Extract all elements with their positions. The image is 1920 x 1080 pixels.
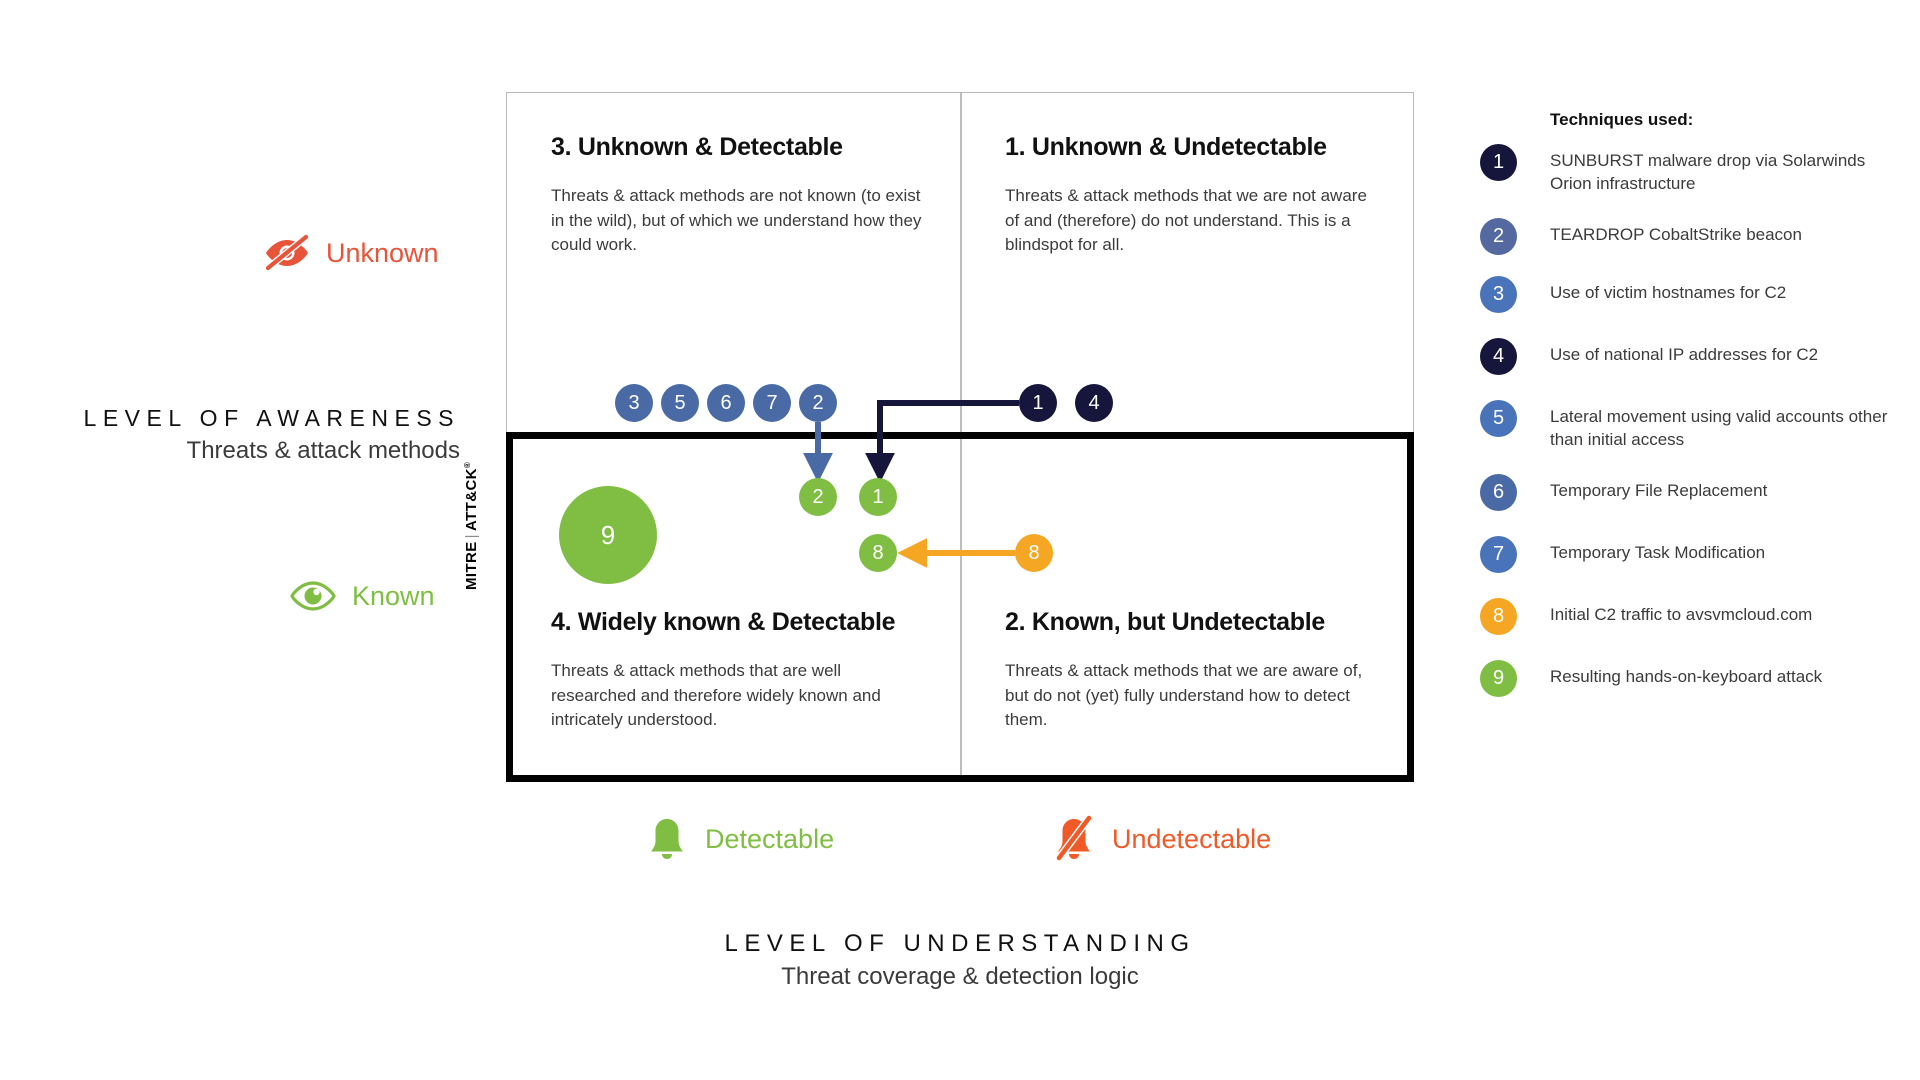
key-unknown: Unknown [262,233,439,273]
legend-item-text: SUNBURST malware drop via Solarwinds Ori… [1550,151,1866,193]
key-known-label: Known [352,580,435,611]
legend-badge: 7 [1480,535,1517,573]
legend-badge: 1 [1480,144,1517,181]
eye-icon [290,581,336,611]
legend-badge: 9 [1480,659,1517,697]
legend-item-text: Initial C2 traffic to avsvmcloud.com [1550,604,1813,624]
key-known: Known [288,576,435,616]
quadrant-title: 3. Unknown & Detectable [551,133,843,161]
legend-item[interactable]: 9 Resulting hands-on-keyboard attack [1480,659,1900,697]
legend-item[interactable]: 4 Use of national IP addresses for C2 [1480,337,1900,375]
axis-understanding-main: LEVEL OF UNDERSTANDING [724,930,1196,957]
legend-item[interactable]: 8 Initial C2 traffic to avsvmcloud.com [1480,597,1900,635]
axis-awareness-sub: Threats & attack methods [186,437,460,464]
legend-item-text: Temporary Task Modification [1550,542,1766,562]
bubble-technique-1-unknown[interactable]: 1 [1019,384,1057,422]
bubble-label: 4 [1088,392,1100,414]
legend-item-text: Temporary File Replacement [1550,480,1768,500]
axis-title-awareness: LEVEL OF AWARENESS Threats & attack meth… [0,405,460,465]
legend-item[interactable]: 5 Lateral movement using valid accounts … [1480,399,1900,452]
mitre-attack-logo: MITRE | ATT&CK® [463,420,485,590]
bubble-technique-4[interactable]: 4 [1075,384,1113,422]
bubble-technique-9[interactable]: 9 [559,486,657,584]
quadrant-unknown-undetectable: 1. Unknown & Undetectable Threats & atta… [1005,133,1385,258]
bubble-label: 8 [872,542,884,564]
mitre-registered-mark: ® [463,461,472,469]
eye-slash-icon [264,233,310,272]
legend-badge: 2 [1480,217,1517,255]
quadrant-widely-known-detectable: 4. Widely known & Detectable Threats & a… [551,608,931,733]
bubble-technique-2-known[interactable]: 2 [799,478,837,516]
bubble-technique-2-unknown[interactable]: 2 [799,384,837,422]
quadrant-unknown-detectable: 3. Unknown & Detectable Threats & attack… [551,133,931,258]
legend-item-text: Lateral movement using valid accounts ot… [1550,406,1888,449]
bell-slash-icon [1055,815,1093,862]
quadrant-title: 4. Widely known & Detectable [551,608,896,636]
bubble-technique-7[interactable]: 7 [753,384,791,422]
key-detectable-label: Detectable [705,823,835,854]
legend-badge-number: 7 [1492,542,1505,565]
bubble-label: 1 [1032,392,1044,414]
axis-understanding-sub: Threat coverage & detection logic [781,963,1139,990]
bubble-label: 2 [812,486,824,508]
legend-item-text: Use of victim hostnames for C2 [1550,282,1787,302]
bubble-label: 3 [628,392,640,414]
key-undetectable-label: Undetectable [1112,823,1272,854]
axis-title-understanding: LEVEL OF UNDERSTANDING Threat coverage &… [460,930,1460,991]
bubble-technique-3[interactable]: 3 [615,384,653,422]
legend-item-text: Use of national IP addresses for C2 [1550,344,1819,364]
mitre-brand: MITRE [463,541,480,590]
key-unknown-label: Unknown [326,237,439,268]
quadrant-body: Threats & attack methods that we are awa… [1005,661,1363,730]
legend-badge-number: 9 [1492,666,1505,689]
legend-badge: 3 [1480,275,1517,313]
bubble-label: 1 [872,486,884,508]
legend-badge-number: 5 [1492,406,1505,429]
bubble-label: 2 [812,392,824,414]
legend-panel: Techniques used: 1 SUNBURST malware drop… [1480,110,1900,718]
bubble-label: 7 [766,392,778,414]
quadrant-body: Threats & attack methods that we are not… [1005,186,1367,255]
axis-awareness-main: LEVEL OF AWARENESS [83,405,460,431]
legend-badge-number: 6 [1492,480,1505,503]
quadrant-body: Threats & attack methods that are well r… [551,661,881,730]
legend-item[interactable]: 3 Use of victim hostnames for C2 [1480,275,1900,313]
legend-badge: 6 [1480,473,1517,511]
bubble-technique-6[interactable]: 6 [707,384,745,422]
mitre-separator: | [463,534,480,539]
legend-badge-number: 8 [1492,604,1505,627]
legend-item[interactable]: 2 TEARDROP CobaltStrike beacon [1480,217,1900,255]
legend-item[interactable]: 6 Temporary File Replacement [1480,473,1900,511]
quadrant-title: 1. Unknown & Undetectable [1005,133,1327,161]
mitre-product: ATT&CK [463,468,480,532]
bubble-label: 9 [600,520,616,550]
bubble-label: 5 [674,392,686,414]
legend-badge: 4 [1480,337,1517,375]
legend-badge: 8 [1480,597,1517,635]
legend-item[interactable]: 1 SUNBURST malware drop via Solarwinds O… [1480,144,1900,196]
bubble-technique-8-detectable[interactable]: 8 [859,534,897,572]
legend-badge-number: 2 [1492,224,1505,247]
bubble-technique-5[interactable]: 5 [661,384,699,422]
legend-badge-number: 3 [1492,282,1505,305]
legend-badge-number: 1 [1492,151,1505,173]
legend-badge: 5 [1480,399,1517,437]
bubble-technique-1-known[interactable]: 1 [859,478,897,516]
bubble-technique-8-undetectable[interactable]: 8 [1015,534,1053,572]
quadrant-body: Threats & attack methods are not known (… [551,186,922,255]
key-undetectable: Undetectable [1050,815,1271,863]
legend-item-text: TEARDROP CobaltStrike beacon [1550,224,1802,244]
quadrant-known-undetectable: 2. Known, but Undetectable Threats & att… [1005,608,1385,733]
legend-item-text: Resulting hands-on-keyboard attack [1550,666,1823,686]
legend-title: Techniques used: [1550,110,1694,129]
bubble-label: 6 [720,392,732,414]
key-detectable: Detectable [643,815,834,863]
bell-icon [651,819,683,859]
bubble-label: 8 [1028,542,1040,564]
quadrant-title: 2. Known, but Undetectable [1005,608,1325,636]
legend-item[interactable]: 7 Temporary Task Modification [1480,535,1900,573]
legend-badge-number: 4 [1492,344,1505,367]
